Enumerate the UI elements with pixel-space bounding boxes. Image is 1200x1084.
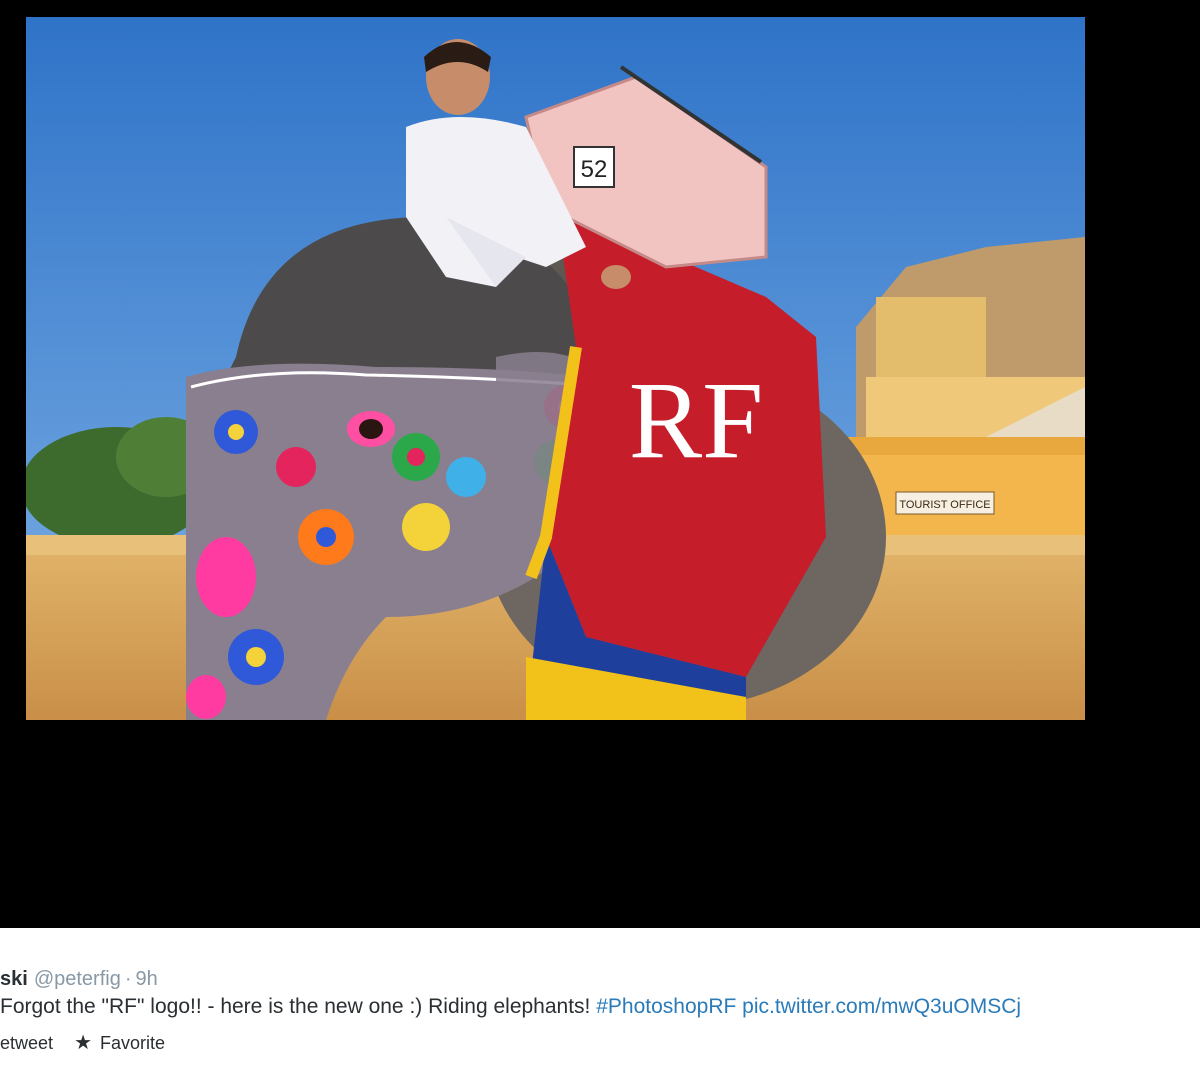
star-icon: ★ [74,1032,92,1054]
tourist-office-sign: TOURIST OFFICE [899,499,990,511]
favorite-label: Favorite [100,1033,166,1053]
tweet-photo[interactable]: TOURIST OFFICE RF 52 [26,17,1085,720]
tweet-header: ski @peterfig · 9h [0,966,158,992]
tweet-text: Forgot the "RF" logo!! - here is the new… [0,992,1021,1022]
tweet-actions: etweet ★ Favorite [0,1030,165,1056]
pic-link[interactable]: pic.twitter.com/mwQ3uOMSCj [742,995,1021,1018]
hashtag-link[interactable]: #PhotoshopRF [596,995,736,1018]
retweet-button[interactable]: etweet [0,1030,53,1056]
elephant-photo-illustration: TOURIST OFFICE RF 52 [26,17,1085,720]
author-name[interactable]: ski [0,968,28,990]
tweet: ski @peterfig · 9h Forgot the "RF" logo!! -… [0,928,1200,1084]
tweet-timestamp[interactable]: 9h [136,968,158,990]
seat-number: 52 [581,156,608,183]
author-handle[interactable]: @peterfig [34,968,121,990]
favorite-button[interactable]: ★ Favorite [74,1030,165,1056]
media-viewer: TOURIST OFFICE RF 52 [0,0,1200,928]
rf-logo: RF [629,359,764,481]
tweet-body-text: Forgot the "RF" logo!! - here is the new… [0,995,591,1018]
separator-dot: · [124,968,132,990]
